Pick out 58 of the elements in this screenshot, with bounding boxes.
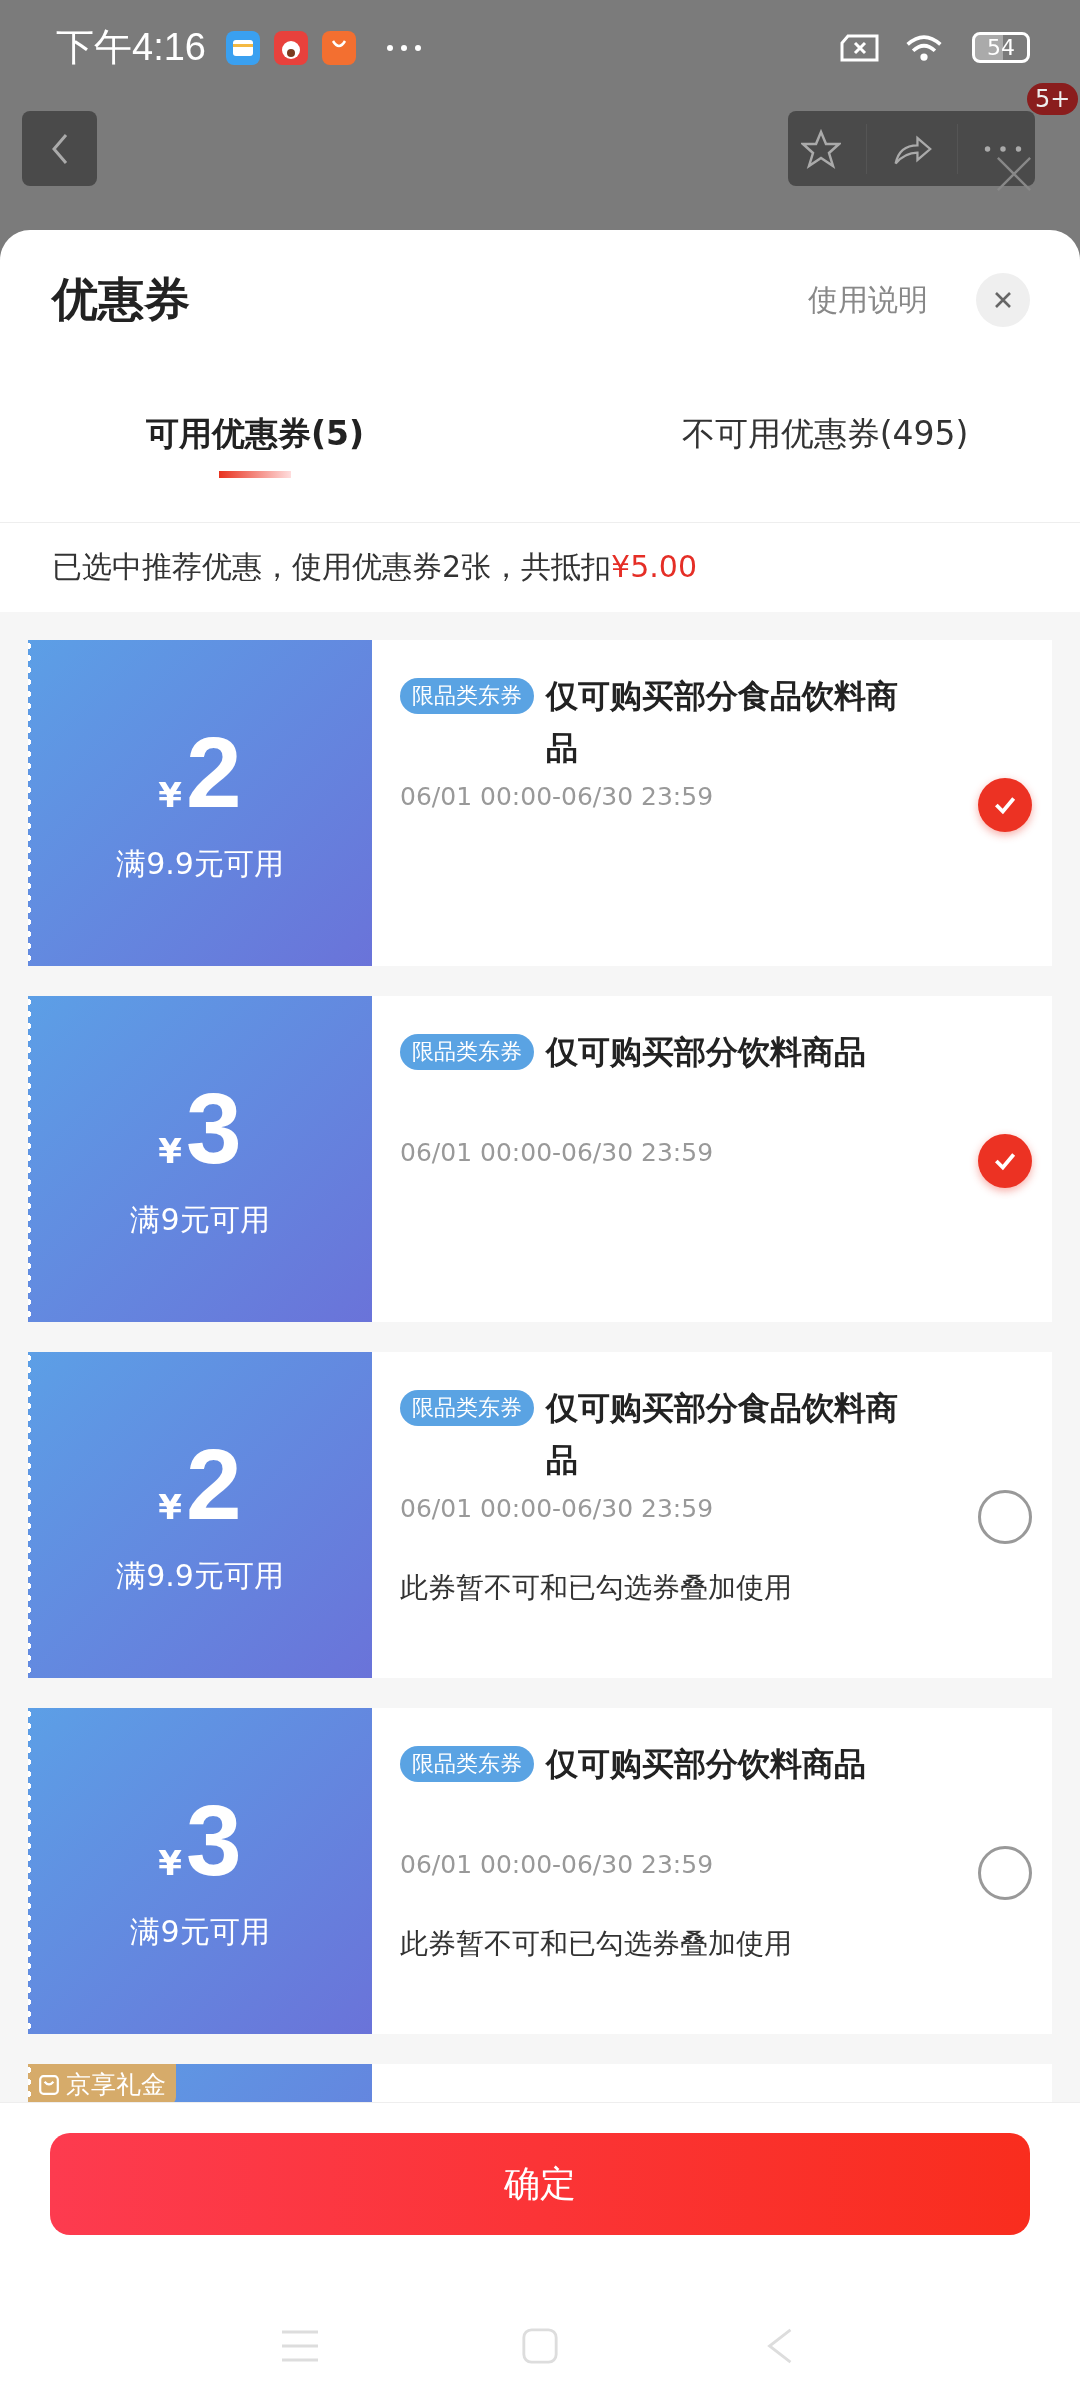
coupon-note: 此券暂不可和已勾选券叠加使用	[400, 1570, 793, 1606]
wallet-app-icon	[225, 30, 260, 65]
coupon-amount: 2	[186, 721, 242, 822]
coupon-validity: 06/01 00:00-06/30 23:59	[400, 782, 715, 811]
coupon-title: 仅可购买部分食品饮料商品	[546, 676, 899, 769]
coupon-amount: 3	[186, 1789, 242, 1890]
currency-symbol: ¥	[158, 774, 182, 815]
coupon-tag: 限品类东券	[400, 678, 534, 714]
notification-badge: 5+	[1027, 83, 1079, 115]
back-icon	[49, 131, 70, 166]
status-time: 下午4:16	[56, 25, 206, 70]
coupon-card[interactable]: ¥3 满9元可用 限品类东券 仅可购买部分饮料商品 06/01 00:00-06/30 23:59 此券暂不可和已勾选券叠加使用	[28, 1708, 1052, 2034]
back-button[interactable]	[22, 111, 97, 186]
gift-badge-label: 京享礼金	[66, 2069, 166, 2101]
coupon-validity: 06/01 00:00-06/30 23:59	[400, 1850, 715, 1879]
star-icon[interactable]	[800, 128, 841, 169]
coupon-note: 此券暂不可和已勾选券叠加使用	[400, 1926, 793, 1962]
confirm-button[interactable]: 确定	[50, 2133, 1030, 2235]
coupon-condition: 满9.9元可用	[116, 1556, 284, 1595]
coupon-checkbox[interactable]	[978, 1846, 1032, 1900]
shopping-bag-icon	[321, 30, 356, 65]
coupon-amount: 2	[186, 1433, 242, 1534]
coupon-card[interactable]: ¥3 满9元可用 限品类东券 仅可购买部分饮料商品 06/01 00:00-06/30 23:59	[28, 996, 1052, 1322]
gift-icon	[38, 2073, 60, 2096]
coupon-checkbox[interactable]	[978, 1134, 1032, 1188]
currency-symbol: ¥	[158, 1130, 182, 1171]
coupon-tag: 限品类东券	[400, 1390, 534, 1426]
coupon-condition: 满9.9元可用	[116, 844, 284, 883]
coupon-title: 仅可购买部分饮料商品	[546, 1744, 867, 1785]
coupon-checkbox[interactable]	[978, 778, 1032, 832]
coupon-amount: 3	[186, 1077, 242, 1178]
close-icon	[993, 290, 1013, 310]
coupon-validity: 06/01 00:00-06/30 23:59	[400, 1138, 715, 1167]
tab[interactable]: 可用优惠券(5)	[145, 412, 365, 457]
coupon-card[interactable]: ¥2 满9.9元可用 限品类东券 仅可购买部分食品饮料商品 06/01 00:00-06/30 23:59 此券暂不可和已勾选券叠加使用	[28, 1352, 1052, 1678]
coupon-card[interactable]: ¥2 满9.9元可用 限品类东券 仅可购买部分食品饮料商品 06/01 00:00-06/30 23:59	[28, 640, 1052, 966]
coupon-title: 仅可购买部分饮料商品	[546, 1032, 867, 1073]
usage-instructions-link[interactable]: 使用说明	[808, 279, 928, 321]
summary-text: 已选中推荐优惠，使用优惠券2张，共抵扣¥5.00	[52, 549, 697, 584]
coupon-condition: 满9元可用	[130, 1912, 270, 1951]
sheet-title: 优惠券	[52, 271, 190, 328]
coupon-checkbox[interactable]	[978, 1490, 1032, 1544]
close-button[interactable]	[976, 273, 1030, 327]
tab[interactable]: 不可用优惠券(495)	[681, 412, 969, 457]
no-sim-icon	[840, 32, 880, 63]
currency-symbol: ¥	[158, 1842, 182, 1883]
more-icon	[385, 43, 422, 52]
battery-indicator: 54	[972, 32, 1030, 63]
coupon-tag: 限品类东券	[400, 1746, 534, 1782]
currency-symbol: ¥	[158, 1486, 182, 1527]
more-icon[interactable]	[982, 143, 1023, 154]
coupon-title: 仅可购买部分食品饮料商品	[546, 1388, 899, 1481]
coupon-tag: 限品类东券	[400, 1034, 534, 1070]
close-icon[interactable]	[995, 155, 1033, 193]
coupon-condition: 满9元可用	[130, 1200, 270, 1239]
wifi-icon	[904, 32, 944, 63]
tab-indicator	[219, 471, 291, 478]
coupon-validity: 06/01 00:00-06/30 23:59	[400, 1494, 715, 1523]
